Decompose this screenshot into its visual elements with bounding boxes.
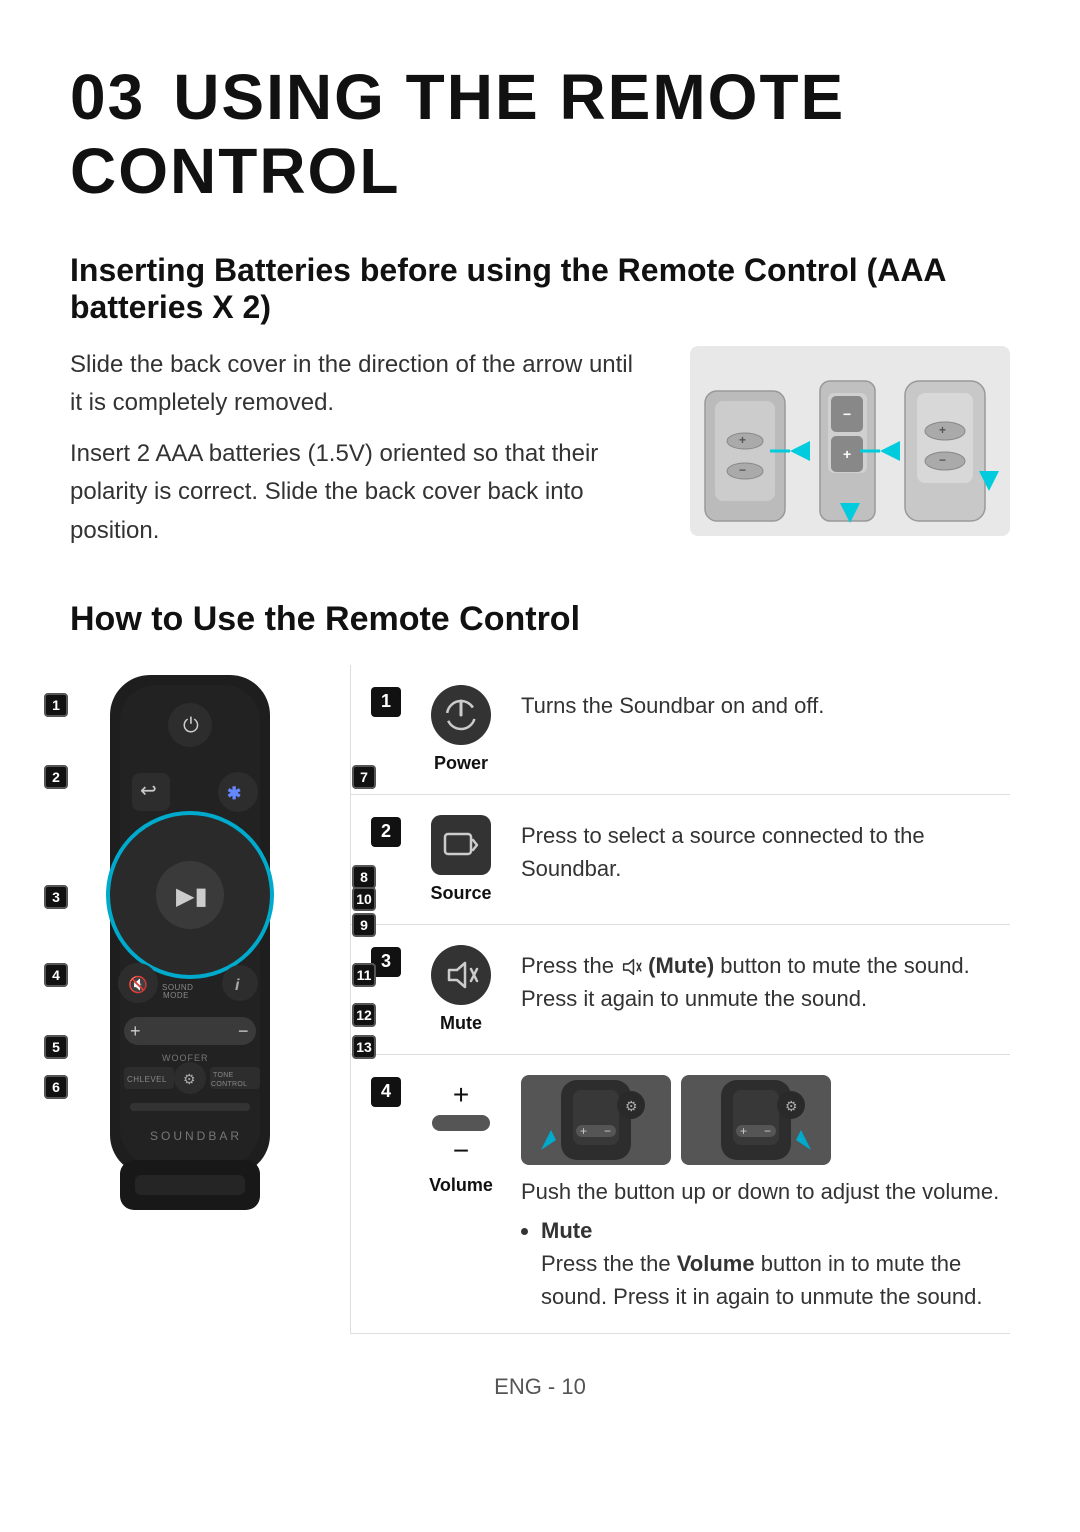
svg-text:+: + xyxy=(843,446,851,462)
svg-text:WOOFER: WOOFER xyxy=(162,1053,209,1063)
battery-illustration: + − − + xyxy=(695,351,1005,531)
instruction-desc-2: Press to select a source connected to th… xyxy=(521,815,1010,885)
instruction-num-2: 2 xyxy=(371,817,401,847)
badge-2: 2 xyxy=(44,765,68,789)
mute-icon-circle xyxy=(431,945,491,1005)
svg-text:−: − xyxy=(238,1021,249,1041)
battery-heading: Inserting Batteries before using the Rem… xyxy=(70,252,1010,326)
svg-text:TONE: TONE xyxy=(213,1072,234,1079)
volume-bar xyxy=(432,1115,490,1131)
battery-content: Slide the back cover in the direction of… xyxy=(70,346,1010,550)
instruction-desc-3: Press the (Mute) button to mute the soun… xyxy=(521,945,1010,1015)
power-label: Power xyxy=(434,753,488,774)
page-footer: ENG - 10 xyxy=(70,1374,1010,1400)
instruction-row-3: 3 Mute Press the (Mute) button to mute t… xyxy=(351,925,1010,1055)
battery-section: Inserting Batteries before using the Rem… xyxy=(70,252,1010,550)
svg-text:−: − xyxy=(843,406,851,422)
badge-1: 1 xyxy=(44,693,68,717)
svg-text:CHLEVEL: CHLEVEL xyxy=(127,1075,167,1084)
instruction-row-4: 4 + − Volume xyxy=(351,1055,1010,1334)
badge-5: 5 xyxy=(44,1035,68,1059)
svg-text:+: + xyxy=(740,1124,747,1138)
badge-3: 3 xyxy=(44,885,68,909)
how-to-section: How to Use the Remote Control 1 2 3 4 5 … xyxy=(70,600,1010,1334)
instructions-column: 1 Power Turns the Soundbar on and off. 2… xyxy=(350,665,1010,1334)
svg-text:MODE: MODE xyxy=(163,991,189,1000)
svg-text:−: − xyxy=(739,463,746,477)
mute-label: Mute xyxy=(440,1013,482,1034)
volume-plus: + xyxy=(453,1079,469,1111)
title-text: USING THE REMOTE CONTROL xyxy=(70,61,845,207)
instruction-row-1: 1 Power Turns the Soundbar on and off. xyxy=(351,665,1010,795)
battery-image: + − − + xyxy=(690,346,1010,536)
instruction-icon-mute: Mute xyxy=(421,945,501,1034)
badge-13: 13 xyxy=(352,1035,376,1059)
svg-text:+: + xyxy=(130,1021,141,1041)
page-title: 03USING THE REMOTE CONTROL xyxy=(70,60,1010,208)
chapter-number: 03 xyxy=(70,61,145,133)
volume-label: Volume xyxy=(429,1175,493,1196)
svg-text:⚙: ⚙ xyxy=(625,1098,638,1114)
svg-text:🔇: 🔇 xyxy=(128,975,148,994)
svg-text:−: − xyxy=(764,1124,771,1138)
volume-bullet-mute: Mute Press the the Volume button in to m… xyxy=(541,1214,1010,1313)
volume-image-1: + − ⚙ xyxy=(521,1075,671,1165)
remote-control-visual: 1 2 3 4 5 6 7 8 9 10 11 12 13 xyxy=(70,665,350,1334)
volume-icon-visual: + − xyxy=(432,1079,490,1167)
how-to-heading: How to Use the Remote Control xyxy=(70,600,1010,639)
badge-8: 8 xyxy=(352,865,376,889)
svg-text:↩: ↩ xyxy=(140,780,157,802)
instruction-row-2: 2 Source Press to select a source connec… xyxy=(351,795,1010,925)
badge-6: 6 xyxy=(44,1075,68,1099)
power-icon-circle xyxy=(431,685,491,745)
how-to-container: 1 2 3 4 5 6 7 8 9 10 11 12 13 xyxy=(70,665,1010,1334)
volume-bullet-list: Mute Press the the Volume button in to m… xyxy=(521,1214,1010,1313)
svg-text:+: + xyxy=(739,433,746,447)
badge-10: 10 xyxy=(352,887,376,911)
svg-text:−: − xyxy=(604,1124,611,1138)
svg-text:SOUNDBAR: SOUNDBAR xyxy=(150,1129,242,1143)
footer-text: ENG - 10 xyxy=(494,1374,586,1399)
instruction-icon-power: Power xyxy=(421,685,501,774)
svg-text:+: + xyxy=(939,423,946,437)
svg-text:CONTROL: CONTROL xyxy=(211,1081,247,1088)
volume-description-col: + − ⚙ xyxy=(521,1075,1010,1313)
battery-text-1: Slide the back cover in the direction of… xyxy=(70,346,650,423)
svg-text:⚙: ⚙ xyxy=(183,1071,196,1087)
instruction-icon-volume: + − Volume xyxy=(421,1075,501,1196)
badge-7: 7 xyxy=(352,765,376,789)
badge-4: 4 xyxy=(44,963,68,987)
instruction-icon-source: Source xyxy=(421,815,501,904)
volume-images: + − ⚙ xyxy=(521,1075,1010,1165)
svg-text:⏻: ⏻ xyxy=(183,715,199,737)
battery-text-block: Slide the back cover in the direction of… xyxy=(70,346,650,550)
svg-text:▶▮: ▶▮ xyxy=(176,883,208,910)
remote-svg: ⏻ ↩ ✱ ▶▮ 🔇 i xyxy=(80,665,300,1305)
svg-text:⚙: ⚙ xyxy=(785,1098,798,1114)
badge-11: 11 xyxy=(352,963,376,987)
instruction-num-4: 4 xyxy=(371,1077,401,1107)
instruction-desc-1: Turns the Soundbar on and off. xyxy=(521,685,1010,722)
svg-text:i: i xyxy=(235,977,240,994)
volume-image-2: + − ⚙ xyxy=(681,1075,831,1165)
source-label: Source xyxy=(430,883,491,904)
volume-desc-text: Push the button up or down to adjust the… xyxy=(521,1175,1010,1313)
instruction-num-1: 1 xyxy=(371,687,401,717)
battery-text-2: Insert 2 AAA batteries (1.5V) oriented s… xyxy=(70,435,650,550)
badge-12: 12 xyxy=(352,1003,376,1027)
badge-9: 9 xyxy=(352,913,376,937)
svg-text:✱: ✱ xyxy=(227,784,241,803)
volume-minus: − xyxy=(453,1135,469,1167)
svg-text:−: − xyxy=(939,453,946,467)
source-icon-rect xyxy=(431,815,491,875)
svg-text:+: + xyxy=(580,1124,587,1138)
